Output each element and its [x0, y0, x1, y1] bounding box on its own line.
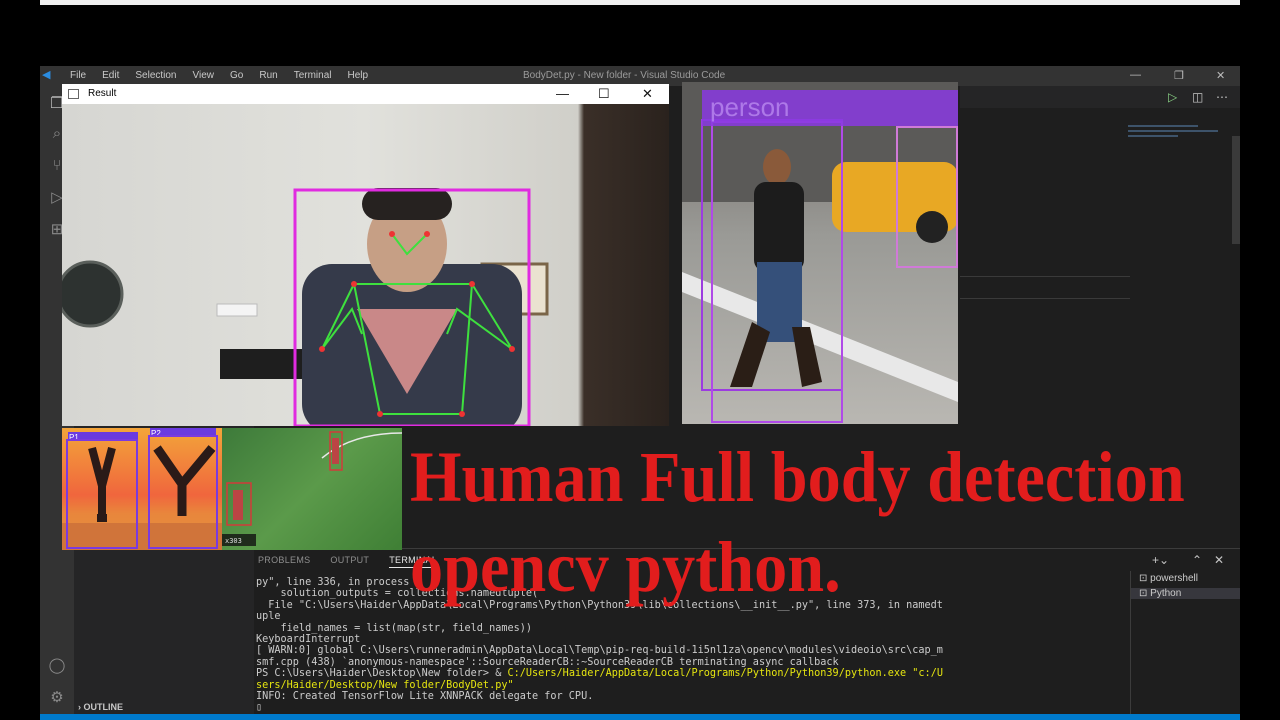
counter-text: x303: [225, 537, 242, 545]
headline-line-1: Human Full body detection: [410, 437, 1185, 517]
webcam-frame: [62, 104, 669, 426]
webcam-scene: [62, 188, 549, 426]
keypoint: [469, 281, 475, 287]
soccer-thumbnail: x303: [222, 428, 402, 550]
result-maximize-icon[interactable]: ☐: [598, 86, 610, 102]
terminal-line: [ WARN:0] global C:\Users\runneradmin\Ap…: [256, 645, 943, 657]
person-hair: [362, 188, 452, 220]
keypoint: [377, 411, 383, 417]
street-detection-frame: person: [682, 82, 958, 424]
more-actions-icon[interactable]: ⋯: [1216, 90, 1228, 104]
tab-output[interactable]: OUTPUT: [330, 555, 369, 568]
menu-run[interactable]: Run: [259, 70, 277, 81]
person-label: person: [710, 92, 790, 122]
terminal-cursor: ▯: [256, 702, 263, 714]
silhouette-1: [88, 446, 116, 522]
sunset-scene: P1 P2: [62, 428, 222, 550]
sunset-thumbnail: P1 P2: [62, 428, 222, 550]
terminal-prompt: PS C:\Users\Haider\Desktop\New folder> &: [256, 668, 508, 680]
maximize-panel-icon[interactable]: ⌃: [1192, 553, 1202, 567]
minimize-icon[interactable]: —: [1130, 69, 1141, 81]
window-title: BodyDet.py - New folder - Visual Studio …: [523, 70, 726, 81]
terminal-line: smf.cpp (438) `anonymous-namespace'::Sou…: [256, 656, 839, 668]
sea: [62, 523, 222, 550]
keypoint: [389, 231, 395, 237]
terminal-line: KeyboardInterrupt: [256, 634, 361, 646]
settings-gear-icon[interactable]: ⚙: [47, 688, 67, 708]
menu-selection[interactable]: Selection: [135, 70, 176, 81]
terminal-command-cont: sers/Haider/Desktop/New folder/BodyDet.p…: [256, 679, 514, 691]
close-panel-icon[interactable]: ✕: [1214, 553, 1224, 567]
run-file-icon[interactable]: ▷: [1168, 90, 1177, 104]
headline-line-2: opencv python.: [410, 527, 841, 607]
close-icon[interactable]: ✕: [1216, 69, 1225, 82]
keypoint: [319, 346, 325, 352]
status-bar: [40, 714, 1240, 720]
window-icon: [68, 89, 79, 99]
terminal-line: field_names = list(map(str, field_names)…: [256, 622, 533, 634]
keypoint: [459, 411, 465, 417]
walker-jacket: [754, 182, 804, 272]
outline-section[interactable]: › OUTLINE: [78, 702, 123, 712]
restore-icon[interactable]: ❐: [1174, 69, 1184, 82]
top-strip: [40, 0, 1240, 5]
headline: Human Full body detection opencv python.: [410, 432, 1185, 612]
keypoint: [509, 346, 515, 352]
terminal-item-label: powershell: [1150, 573, 1198, 584]
menu-bar: File Edit Selection View Go Run Terminal…: [70, 70, 368, 81]
terminal-line: INFO: Created TensorFlow Lite XNNPACK de…: [256, 691, 594, 703]
silhouette-2: [153, 445, 216, 516]
dartboard: [62, 260, 124, 328]
editor-line: [960, 276, 1130, 277]
minimap[interactable]: [1128, 122, 1228, 152]
result-title-bar: Result — ☐ ✕: [62, 84, 669, 104]
menu-help[interactable]: Help: [348, 70, 369, 81]
result-close-icon[interactable]: ✕: [642, 86, 653, 102]
terminal-command: C:/Users/Haider/AppData/Local/Programs/P…: [507, 668, 943, 680]
street-scene: person: [682, 82, 958, 423]
result-minimize-icon[interactable]: —: [556, 86, 569, 101]
result-window[interactable]: Result — ☐ ✕: [62, 84, 669, 426]
walker-boot-left: [730, 322, 770, 387]
menu-view[interactable]: View: [193, 70, 215, 81]
title-bar: ◀ File Edit Selection View Go Run Termin…: [40, 66, 1240, 86]
keypoint: [351, 281, 357, 287]
outline-label: OUTLINE: [83, 702, 124, 712]
result-title: Result: [88, 88, 117, 99]
split-editor-icon[interactable]: ◫: [1192, 90, 1203, 104]
account-icon[interactable]: ◯: [47, 656, 67, 676]
terminal-prompt-line: PS C:\Users\Haider\Desktop\New folder> &…: [256, 668, 1136, 679]
player-1: [332, 438, 339, 464]
menu-terminal[interactable]: Terminal: [294, 70, 332, 81]
editor-line: [960, 298, 1130, 299]
tab-problems[interactable]: PROBLEMS: [258, 555, 310, 568]
player-2: [233, 490, 243, 520]
menu-file[interactable]: File: [70, 70, 86, 81]
menu-go[interactable]: Go: [230, 70, 243, 81]
menu-edit[interactable]: Edit: [102, 70, 119, 81]
walker-head: [763, 149, 791, 185]
taxi-wheel: [916, 211, 948, 243]
editor-scrollbar[interactable]: [1232, 136, 1240, 244]
terminal-line: uple: [256, 611, 281, 623]
vscode-logo-icon: ◀: [42, 69, 51, 81]
wall-switch: [216, 303, 258, 317]
soccer-scene: x303: [222, 431, 402, 546]
keypoint: [424, 231, 430, 237]
